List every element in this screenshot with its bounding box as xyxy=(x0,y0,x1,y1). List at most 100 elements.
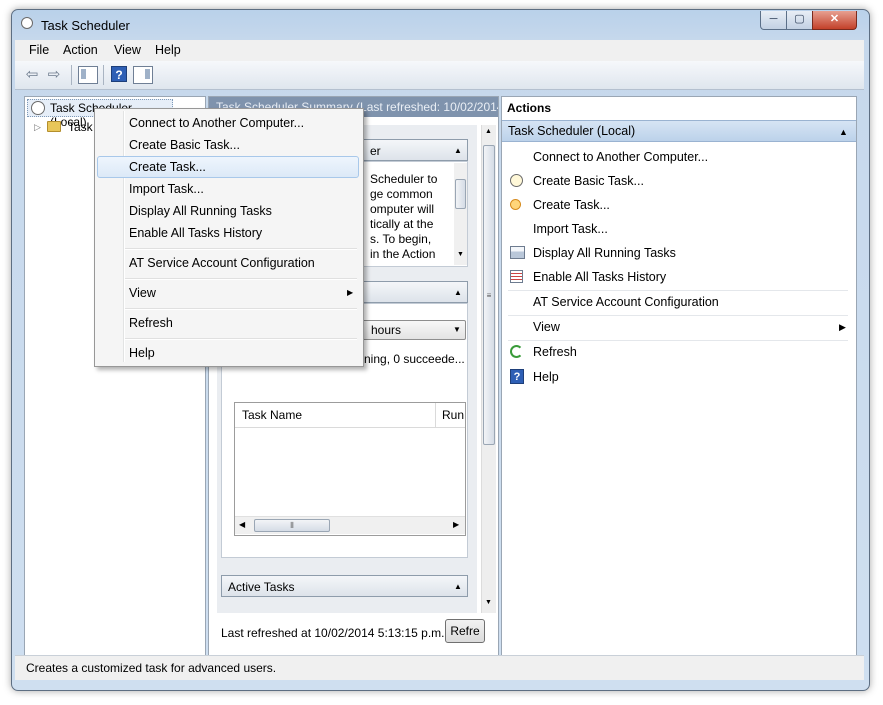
ctx-enable-history[interactable]: Enable All Tasks History xyxy=(97,222,359,244)
column-header-task-name[interactable]: Task Name xyxy=(242,408,302,422)
show-hide-action-pane-icon[interactable] xyxy=(133,66,153,84)
back-arrow-icon[interactable]: ⇦ xyxy=(22,66,42,84)
task-status-table: Task Name Run ◀ ⦀ ▶ xyxy=(234,402,466,536)
ctx-label: Help xyxy=(129,346,155,360)
table-hscroll-thumb[interactable]: ⦀ xyxy=(254,519,330,532)
action-create-task[interactable]: Create Task... xyxy=(502,193,856,217)
overview-header-text: er xyxy=(370,144,381,158)
ctx-connect[interactable]: Connect to Another Computer... xyxy=(97,112,359,134)
close-button[interactable]: ✕ xyxy=(812,11,857,30)
create-task-icon xyxy=(510,199,521,210)
collapse-caret-icon[interactable]: ▲ xyxy=(454,288,462,297)
help-icon[interactable]: ? xyxy=(111,66,127,82)
menu-help[interactable]: Help xyxy=(155,43,181,57)
status-bar-text: Creates a customized task for advanced u… xyxy=(26,661,277,675)
column-header-run[interactable]: Run xyxy=(442,408,464,422)
scroll-right-icon[interactable]: ▶ xyxy=(453,520,459,529)
minimize-button[interactable]: ─ xyxy=(760,11,787,30)
action-label: Display All Running Tasks xyxy=(533,246,676,260)
toolbar-separator xyxy=(103,65,104,85)
action-label: View xyxy=(533,320,560,334)
summary-scroll-thumb[interactable]: ≡ xyxy=(483,145,495,445)
action-label: Enable All Tasks History xyxy=(533,270,667,284)
action-label: Create Task... xyxy=(533,198,610,212)
scroll-up-icon[interactable]: ▲ xyxy=(485,128,492,135)
action-view[interactable]: View ▶ xyxy=(502,315,856,339)
action-label: Create Basic Task... xyxy=(533,174,644,188)
actions-group-header[interactable]: Task Scheduler (Local) ▲ xyxy=(502,120,856,142)
ctx-label: AT Service Account Configuration xyxy=(129,256,315,270)
submenu-arrow-icon: ▶ xyxy=(347,288,354,297)
menu-action[interactable]: Action xyxy=(63,43,98,57)
toolbar: ⇦ ⇨ ? xyxy=(15,61,864,90)
scheduler-clock-icon xyxy=(31,101,45,115)
active-tasks-label: Active Tasks xyxy=(228,580,295,594)
ctx-label: Refresh xyxy=(129,316,173,330)
dropdown-arrow-icon: ▼ xyxy=(453,325,461,334)
show-hide-console-tree-icon[interactable] xyxy=(78,66,98,84)
tree-child-label[interactable]: Task xyxy=(68,120,93,134)
refresh-button[interactable]: Refre xyxy=(445,619,485,643)
action-label: AT Service Account Configuration xyxy=(533,295,719,309)
toolbar-separator xyxy=(71,65,72,85)
action-label: Refresh xyxy=(533,345,577,359)
ctx-refresh[interactable]: Refresh xyxy=(97,312,359,334)
action-at-service-config[interactable]: AT Service Account Configuration xyxy=(502,290,856,314)
ctx-label: Create Basic Task... xyxy=(129,138,240,152)
status-period-dropdown[interactable]: hours ▼ xyxy=(360,320,466,340)
action-label: Connect to Another Computer... xyxy=(533,150,709,164)
submenu-arrow-icon: ▶ xyxy=(839,322,846,332)
overview-line-3: omputer will xyxy=(370,202,435,216)
table-hscrollbar[interactable]: ◀ ⦀ ▶ xyxy=(235,516,465,534)
action-label: Import Task... xyxy=(533,222,608,236)
action-help[interactable]: ? Help xyxy=(502,365,856,389)
task-library-folder-icon xyxy=(47,121,61,132)
scroll-down-icon[interactable]: ▼ xyxy=(485,599,492,606)
ctx-create-basic-task[interactable]: Create Basic Task... xyxy=(97,134,359,156)
scroll-left-icon[interactable]: ◀ xyxy=(239,520,245,529)
last-refreshed-text: Last refreshed at 10/02/2014 5:13:15 p.m… xyxy=(221,626,445,640)
actions-group-label: Task Scheduler (Local) xyxy=(508,124,636,138)
action-display-running[interactable]: Display All Running Tasks xyxy=(502,241,856,265)
active-tasks-header[interactable]: Active Tasks ▲ xyxy=(221,575,468,597)
menu-file[interactable]: File xyxy=(29,43,49,57)
forward-arrow-icon[interactable]: ⇨ xyxy=(44,66,64,84)
scroll-down-icon[interactable]: ▼ xyxy=(457,251,464,258)
ctx-help[interactable]: Help xyxy=(97,342,359,364)
summary-vscrollbar[interactable]: ▲ ≡ ▼ xyxy=(481,125,496,613)
collapse-caret-icon[interactable]: ▲ xyxy=(454,582,462,591)
ctx-label: Enable All Tasks History xyxy=(129,226,263,240)
ctx-label: Connect to Another Computer... xyxy=(129,116,305,130)
column-divider xyxy=(435,403,436,427)
ctx-label: Display All Running Tasks xyxy=(129,204,272,218)
history-icon xyxy=(510,270,523,283)
status-bar: Creates a customized task for advanced u… xyxy=(15,655,864,680)
collapse-caret-icon[interactable]: ▲ xyxy=(454,146,462,155)
overview-scroll-thumb[interactable] xyxy=(455,179,466,209)
action-connect[interactable]: Connect to Another Computer... xyxy=(502,145,856,169)
context-menu: Connect to Another Computer... Create Ba… xyxy=(94,108,364,367)
ctx-label: Create Task... xyxy=(129,160,206,174)
overview-line-1: Scheduler to xyxy=(370,172,438,186)
status-summary-text: ning, 0 succeede... xyxy=(364,352,465,366)
action-refresh[interactable]: Refresh xyxy=(502,340,856,364)
overview-scrollbar[interactable]: ▼ xyxy=(454,163,467,265)
expand-arrow-icon[interactable]: ▷ xyxy=(34,122,41,133)
ctx-view[interactable]: View ▶ xyxy=(97,282,359,304)
collapse-caret-icon[interactable]: ▲ xyxy=(839,122,848,142)
ctx-label: Import Task... xyxy=(129,182,204,196)
status-period-value: hours xyxy=(371,323,402,337)
ctx-import-task[interactable]: Import Task... xyxy=(97,178,359,200)
action-enable-history[interactable]: Enable All Tasks History xyxy=(502,265,856,289)
maximize-button[interactable]: ▢ xyxy=(786,11,813,30)
menu-view[interactable]: View xyxy=(114,43,141,57)
action-import-task[interactable]: Import Task... xyxy=(502,217,856,241)
ctx-at-service-config[interactable]: AT Service Account Configuration xyxy=(97,252,359,274)
overview-line-2: ge common xyxy=(370,187,433,201)
ctx-separator xyxy=(125,308,357,310)
ctx-display-running[interactable]: Display All Running Tasks xyxy=(97,200,359,222)
ctx-create-task[interactable]: Create Task... xyxy=(97,156,359,178)
action-create-basic-task[interactable]: Create Basic Task... xyxy=(502,169,856,193)
actions-header: Actions xyxy=(502,97,856,119)
app-clock-icon xyxy=(21,17,33,29)
